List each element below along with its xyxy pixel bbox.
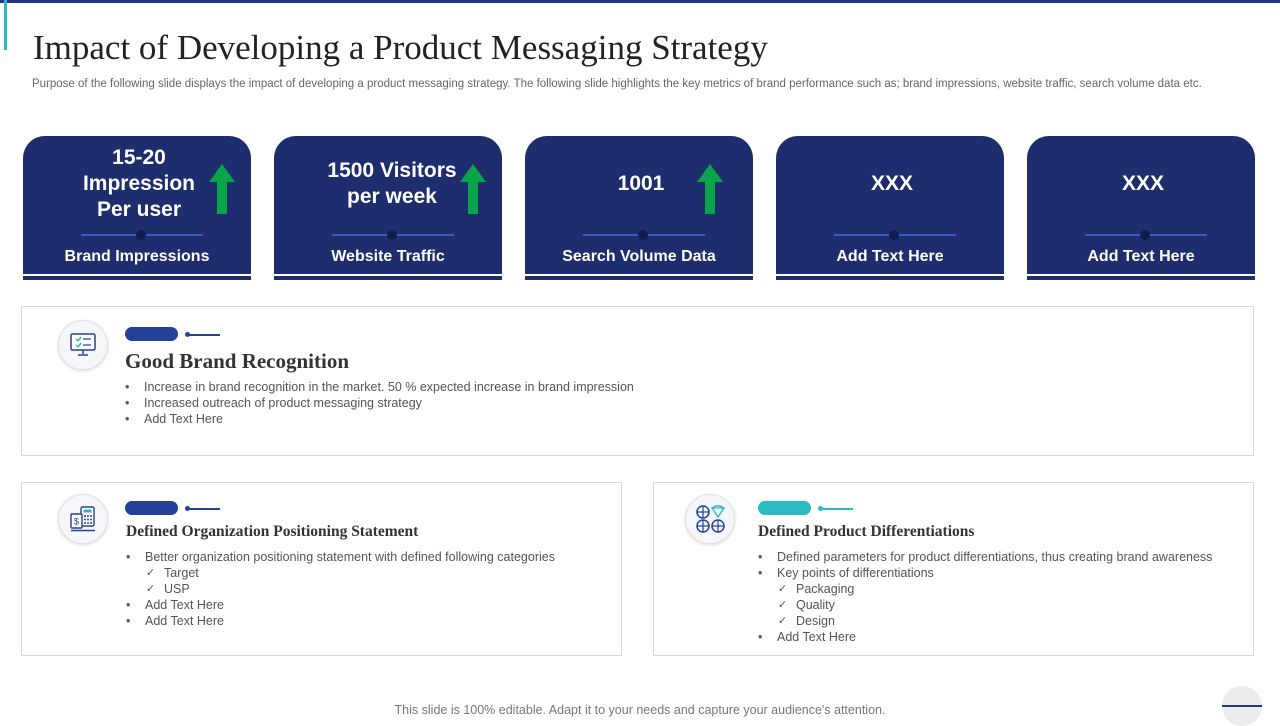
kpi-divider-dot bbox=[136, 230, 146, 240]
accent-line bbox=[188, 334, 220, 336]
product-differentiation-title: Defined Product Differentiations bbox=[758, 523, 975, 540]
list-item: Add Text Here bbox=[126, 613, 555, 629]
page-title: Impact of Developing a Product Messaging… bbox=[33, 28, 768, 67]
title-accent-bar bbox=[4, 0, 7, 50]
kpi-divider-dot bbox=[638, 230, 648, 240]
list-item: Key points of differentiations bbox=[758, 565, 1212, 581]
page-subtitle: Purpose of the following slide displays … bbox=[32, 78, 1202, 90]
list-item: Add Text Here bbox=[125, 411, 634, 427]
kpi-card-underline bbox=[525, 276, 753, 280]
kpi-label: Website Traffic bbox=[331, 248, 445, 265]
kpi-card-placeholder-1: XXX Add Text Here bbox=[776, 136, 1004, 280]
sub-list-item: Quality bbox=[758, 597, 1212, 613]
positioning-statement-title: Defined Organization Positioning Stateme… bbox=[126, 523, 419, 540]
product-grid-icon bbox=[685, 494, 735, 544]
kpi-card-underline bbox=[776, 276, 1004, 280]
up-arrow-icon bbox=[697, 164, 723, 214]
kpi-divider-dot bbox=[1140, 230, 1150, 240]
kpi-card-underline bbox=[23, 276, 251, 280]
kpi-label: Brand Impressions bbox=[64, 248, 210, 265]
kpi-divider-dot bbox=[889, 230, 899, 240]
monitor-checklist-icon bbox=[58, 320, 108, 370]
up-arrow-icon bbox=[460, 164, 486, 214]
svg-text:$: $ bbox=[74, 517, 79, 527]
list-item: Increased outreach of product messaging … bbox=[125, 395, 634, 411]
kpi-value-text: XXX bbox=[1121, 172, 1165, 195]
list-item: Better organization positioning statemen… bbox=[126, 549, 555, 565]
sub-list-item: Packaging bbox=[758, 581, 1212, 597]
product-differentiation-list: Defined parameters for product different… bbox=[758, 549, 1212, 645]
kpi-card-website-traffic: 1500 Visitors per week Website Traffic bbox=[274, 136, 502, 280]
kpi-card-placeholder-2: XXX Add Text Here bbox=[1027, 136, 1255, 280]
positioning-statement-card: $ Defined Organization Positioning State… bbox=[21, 482, 622, 656]
brand-recognition-title: Good Brand Recognition bbox=[125, 349, 350, 373]
kpi-card-underline bbox=[1027, 276, 1255, 280]
kpi-value: XXX bbox=[1027, 136, 1259, 232]
top-border bbox=[0, 0, 1280, 3]
brand-recognition-list: Increase in brand recognition in the mar… bbox=[125, 379, 634, 427]
kpi-label: Search Volume Data bbox=[562, 248, 716, 265]
accent-pill bbox=[758, 501, 811, 515]
positioning-statement-list: Better organization positioning statemen… bbox=[126, 549, 555, 629]
sub-list-item: Design bbox=[758, 613, 1212, 629]
brand-recognition-card: Good Brand Recognition Increase in brand… bbox=[21, 306, 1254, 456]
list-item: Defined parameters for product different… bbox=[758, 549, 1212, 565]
kpi-label: Add Text Here bbox=[836, 248, 944, 265]
up-arrow-icon bbox=[209, 164, 235, 214]
kpi-divider-dot bbox=[387, 230, 397, 240]
kpi-value-text: XXX bbox=[870, 172, 914, 195]
list-item: Add Text Here bbox=[758, 629, 1212, 645]
kpi-label: Add Text Here bbox=[1087, 248, 1195, 265]
kpi-value: XXX bbox=[776, 136, 1008, 232]
accent-pill bbox=[125, 327, 178, 341]
kpi-card-brand-impressions: 15-20 Impression Per user Brand Impressi… bbox=[23, 136, 251, 280]
list-item: Add Text Here bbox=[126, 597, 555, 613]
calculator-money-icon: $ bbox=[58, 494, 108, 544]
sub-list-item: USP bbox=[126, 581, 555, 597]
accent-line bbox=[188, 508, 220, 510]
kpi-card-underline bbox=[274, 276, 502, 280]
product-differentiation-card: Defined Product Differentiations Defined… bbox=[653, 482, 1254, 656]
corner-decoration-line bbox=[1222, 705, 1262, 707]
sub-list-item: Target bbox=[126, 565, 555, 581]
kpi-card-search-volume: 1001 Search Volume Data bbox=[525, 136, 753, 280]
list-item: Increase in brand recognition in the mar… bbox=[125, 379, 634, 395]
footer-note: This slide is 100% editable. Adapt it to… bbox=[394, 703, 886, 717]
accent-line bbox=[821, 508, 853, 510]
accent-pill bbox=[125, 501, 178, 515]
